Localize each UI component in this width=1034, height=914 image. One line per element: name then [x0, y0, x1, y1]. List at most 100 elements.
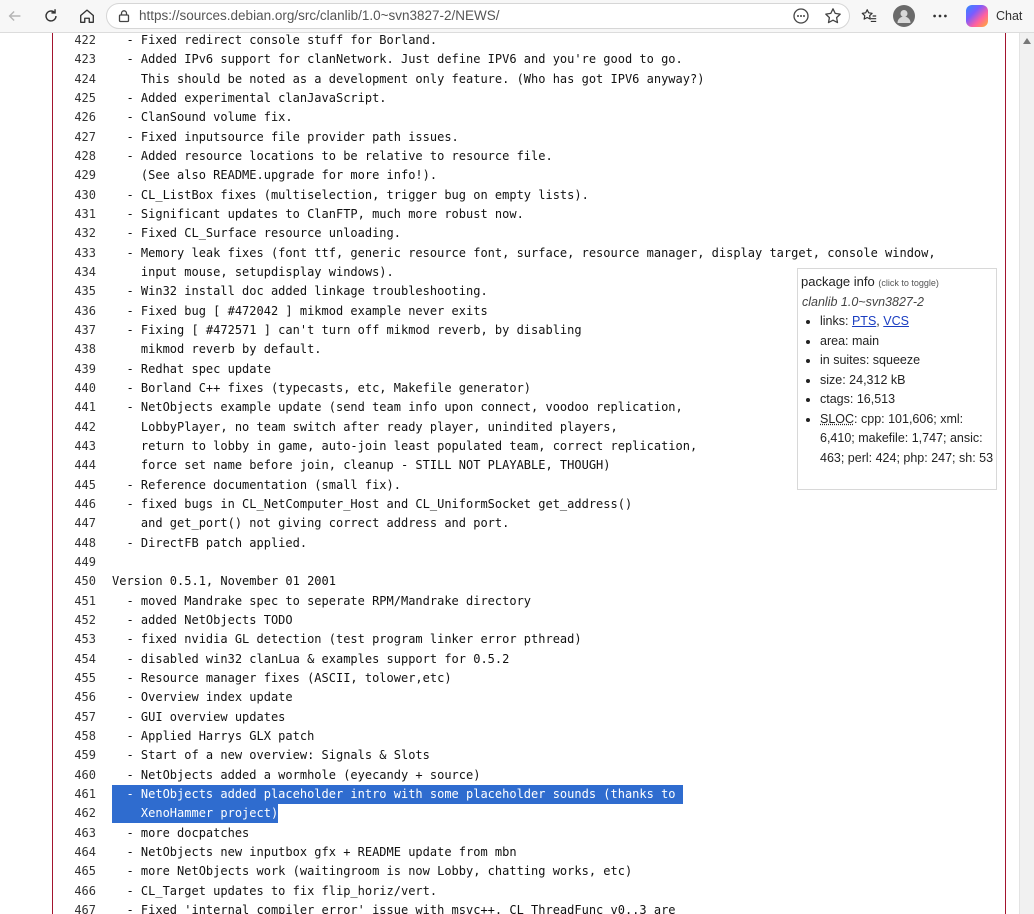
line-number[interactable]: 442 — [56, 418, 96, 437]
line-number[interactable]: 452 — [56, 611, 96, 630]
line-text: - added NetObjects TODO — [112, 612, 293, 627]
line-number[interactable]: 440 — [56, 379, 96, 398]
line-text: - Memory leak fixes (font ttf, generic r… — [112, 245, 936, 260]
line-number[interactable]: 460 — [56, 766, 96, 785]
line-number[interactable]: 425 — [56, 89, 96, 108]
line-number[interactable]: 446 — [56, 495, 96, 514]
line-number[interactable]: 434 — [56, 263, 96, 282]
line-text: (See also README.upgrade for more info!)… — [112, 168, 438, 183]
line-text: - disabled win32 clanLua & examples supp… — [112, 651, 510, 666]
browser-toolbar: https://sources.debian.org/src/clanlib/1… — [0, 0, 1034, 33]
line-text: LobbyPlayer, no team switch after ready … — [112, 419, 618, 434]
line-text: - Reference documentation (small fix). — [112, 477, 401, 492]
line-number[interactable]: 426 — [56, 108, 96, 127]
line-number[interactable]: 457 — [56, 708, 96, 727]
line-text: - fixed bugs in CL_NetComputer_Host and … — [112, 496, 633, 511]
line-number[interactable]: 463 — [56, 824, 96, 843]
profile-avatar[interactable] — [893, 5, 915, 27]
line-number[interactable]: 459 — [56, 746, 96, 765]
line-number[interactable]: 438 — [56, 340, 96, 359]
toggle-hint[interactable]: (click to toggle) — [878, 278, 939, 288]
reader-mode-icon[interactable] — [791, 7, 811, 25]
ctags-item: ctags: 16,513 — [820, 390, 996, 410]
line-text: - NetObjects added placeholder intro wit… — [112, 784, 683, 804]
vcs-link[interactable]: VCS — [883, 314, 909, 328]
line-number[interactable]: 423 — [56, 50, 96, 69]
line-number[interactable]: 453 — [56, 630, 96, 649]
package-info-list: links: PTS, VCS area: main in suites: sq… — [806, 312, 996, 468]
line-number[interactable]: 439 — [56, 360, 96, 379]
line-text: - CL_Target updates to fix flip_horiz/ve… — [112, 883, 438, 898]
line-text: - Resource manager fixes (ASCII, tolower… — [112, 670, 452, 685]
line-number[interactable]: 465 — [56, 862, 96, 881]
more-menu-button[interactable] — [927, 4, 953, 28]
line-text: force set name before join, cleanup - ST… — [112, 458, 611, 473]
line-number[interactable]: 441 — [56, 398, 96, 417]
scroll-up-arrow[interactable] — [1023, 38, 1031, 44]
line-number[interactable]: 449 — [56, 553, 96, 572]
line-number[interactable]: 458 — [56, 727, 96, 746]
suites-item: in suites: squeeze — [820, 351, 996, 371]
line-text: - moved Mandrake spec to seperate RPM/Ma… — [112, 593, 532, 608]
line-number[interactable]: 466 — [56, 882, 96, 901]
line-text: - Fixing [ #472571 ] can't turn off mikm… — [112, 322, 582, 337]
package-info-title[interactable]: package info (click to toggle) — [801, 274, 939, 289]
line-number[interactable]: 432 — [56, 224, 96, 243]
line-number[interactable]: 444 — [56, 456, 96, 475]
line-number[interactable]: 455 — [56, 669, 96, 688]
arrow-left-icon — [8, 10, 21, 22]
address-bar[interactable]: https://sources.debian.org/src/clanlib/1… — [106, 3, 850, 29]
favorites-button[interactable] — [856, 4, 882, 28]
line-number[interactable]: 433 — [56, 244, 96, 263]
line-number[interactable]: 464 — [56, 843, 96, 862]
pts-link[interactable]: PTS — [852, 314, 876, 328]
line-number[interactable]: 445 — [56, 476, 96, 495]
line-text: - Fixed CL_Surface resource unloading. — [112, 226, 401, 241]
reload-button[interactable] — [38, 4, 64, 28]
back-button[interactable] — [2, 4, 28, 28]
line-text: - more NetObjects work (waitingroom is n… — [112, 864, 633, 879]
line-number[interactable]: 436 — [56, 302, 96, 321]
line-number[interactable]: 431 — [56, 205, 96, 224]
line-number[interactable]: 461 — [56, 785, 96, 804]
line-number[interactable]: 443 — [56, 437, 96, 456]
line-number[interactable]: 437 — [56, 321, 96, 340]
line-number[interactable]: 462 — [56, 804, 96, 823]
line-text: - Fixed inputsource file provider path i… — [112, 129, 459, 144]
line-number[interactable]: 428 — [56, 147, 96, 166]
line-text: - Start of a new overview: Signals & Slo… — [112, 748, 430, 763]
line-text: XenoHammer project) — [112, 804, 279, 824]
line-number[interactable]: 454 — [56, 650, 96, 669]
area-item: area: main — [820, 332, 996, 352]
line-number[interactable]: 447 — [56, 514, 96, 533]
chat-button[interactable]: Chat — [966, 4, 1028, 28]
links-item: links: PTS, VCS — [820, 312, 996, 332]
line-number[interactable]: 448 — [56, 534, 96, 553]
line-number[interactable]: 424 — [56, 70, 96, 89]
line-number[interactable]: 450 — [56, 572, 96, 591]
line-number[interactable]: 427 — [56, 128, 96, 147]
line-text: - NetObjects new inputbox gfx + README u… — [112, 844, 517, 859]
star-icon[interactable] — [823, 7, 843, 25]
line-text: return to lobby in game, auto-join least… — [112, 438, 698, 453]
url-text[interactable]: https://sources.debian.org/src/clanlib/1… — [139, 4, 500, 28]
line-number[interactable]: 430 — [56, 186, 96, 205]
line-number[interactable]: 422 — [56, 33, 96, 50]
package-info-box[interactable]: package info (click to toggle) clanlib 1… — [797, 268, 997, 490]
more-dots-icon — [933, 14, 947, 18]
line-text: - DirectFB patch applied. — [112, 535, 308, 550]
home-button[interactable] — [74, 4, 100, 28]
sloc-item: SLOC: cpp: 101,606; xml: 6,410; makefile… — [820, 410, 996, 469]
favorites-icon — [861, 9, 877, 22]
copilot-icon — [966, 5, 988, 27]
line-text: - Added experimental clanJavaScript. — [112, 90, 387, 105]
user-icon — [897, 10, 911, 23]
lock-icon[interactable] — [117, 9, 131, 23]
line-number[interactable]: 435 — [56, 282, 96, 301]
line-number[interactable]: 467 — [56, 901, 96, 914]
line-number[interactable]: 429 — [56, 166, 96, 185]
vertical-scrollbar[interactable] — [1019, 33, 1034, 914]
line-number[interactable]: 456 — [56, 688, 96, 707]
line-number[interactable]: 451 — [56, 592, 96, 611]
sloc-label: SLOC — [820, 411, 855, 426]
